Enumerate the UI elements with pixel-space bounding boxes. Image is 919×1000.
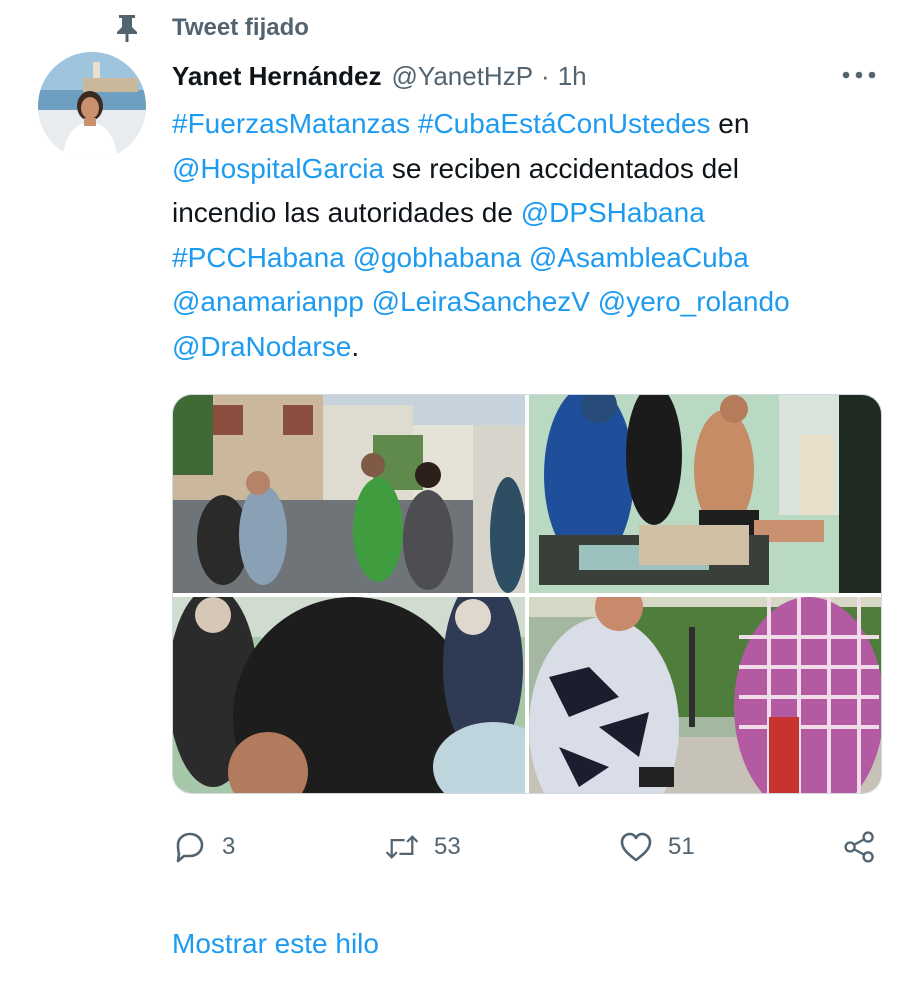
avatar[interactable]	[38, 52, 146, 160]
hashtag-link[interactable]: #FuerzasMatanzas	[172, 108, 410, 139]
retweet-count: 53	[434, 833, 461, 860]
more-options-icon[interactable]	[839, 60, 879, 90]
separator-dot: ·	[541, 60, 550, 91]
photo-women-outdoors[interactable]	[529, 597, 881, 793]
tweet-text-line: incendio las autoridades de @DPSHabana	[172, 191, 872, 236]
author-handle[interactable]: @YanetHzP	[392, 61, 534, 92]
pin-icon	[112, 13, 142, 43]
hashtag-link[interactable]: #CubaEstáConUstedes	[418, 108, 711, 139]
tweet-text-segment	[521, 242, 529, 273]
like-count: 51	[668, 833, 695, 860]
tweet-text-segment	[345, 242, 353, 273]
tweet-text-segment	[410, 108, 418, 139]
tweet-text-segment: se reciben accidentados del	[384, 152, 739, 184]
hashtag-link[interactable]: #PCCHabana	[172, 242, 345, 273]
photo-patient-on-stretcher[interactable]	[529, 395, 881, 593]
share-button[interactable]	[842, 826, 878, 868]
reply-count: 3	[222, 833, 236, 860]
pinned-indicator: Tweet fijado	[112, 8, 309, 48]
tweet-text-line: #PCCHabana @gobhabana @AsambleaCuba	[172, 236, 872, 281]
media-grid[interactable]	[172, 394, 882, 794]
mention-link[interactable]: @HospitalGarcia	[172, 153, 384, 184]
tweet-header: Yanet Hernández @YanetHzP · 1h	[172, 56, 889, 96]
tweet-text-line: @anamarianpp @LeiraSanchezV @yero_roland…	[172, 280, 872, 325]
tweet-text-line: @DraNodarse.	[172, 325, 872, 370]
tweet-text-segment	[590, 286, 598, 317]
retweet-button[interactable]: 53	[384, 826, 461, 868]
heart-icon	[618, 829, 654, 865]
tweet-text: #FuerzasMatanzas #CubaEstáConUstedes en @…	[172, 102, 872, 369]
show-thread-link[interactable]: Mostrar este hilo	[172, 928, 379, 960]
tweet-text-segment: en	[710, 108, 750, 139]
pinned-label: Tweet fijado	[172, 14, 309, 41]
tweet-text-line: #FuerzasMatanzas #CubaEstáConUstedes en	[172, 102, 872, 147]
photo-people-closeup[interactable]	[173, 597, 525, 793]
reply-bubble-icon	[172, 829, 208, 865]
tweet-text-segment	[364, 286, 372, 317]
share-icon	[842, 829, 878, 865]
mention-link[interactable]: @DraNodarse	[172, 331, 351, 362]
tweet-actions: 3 53 51	[172, 826, 884, 868]
mention-link[interactable]: @gobhabana	[353, 242, 522, 273]
mention-link[interactable]: @yero_rolando	[598, 286, 790, 317]
photo-street-interview[interactable]	[173, 395, 525, 593]
mention-link[interactable]: @anamarianpp	[172, 286, 364, 317]
tweet-text-segment: incendio las autoridades de	[172, 197, 521, 228]
mention-link[interactable]: @LeiraSanchezV	[372, 286, 590, 317]
tweet-text-segment: .	[351, 330, 360, 362]
reply-button[interactable]: 3	[172, 826, 235, 868]
retweet-icon	[384, 829, 420, 865]
mention-link[interactable]: @DPSHabana	[521, 197, 705, 228]
tweet-time[interactable]: 1h	[558, 61, 587, 92]
author-name[interactable]: Yanet Hernández	[172, 61, 382, 92]
like-button[interactable]: 51	[618, 826, 695, 868]
tweet-text-line: @HospitalGarcia se reciben accidentados …	[172, 147, 872, 192]
mention-link[interactable]: @AsambleaCuba	[529, 242, 749, 273]
